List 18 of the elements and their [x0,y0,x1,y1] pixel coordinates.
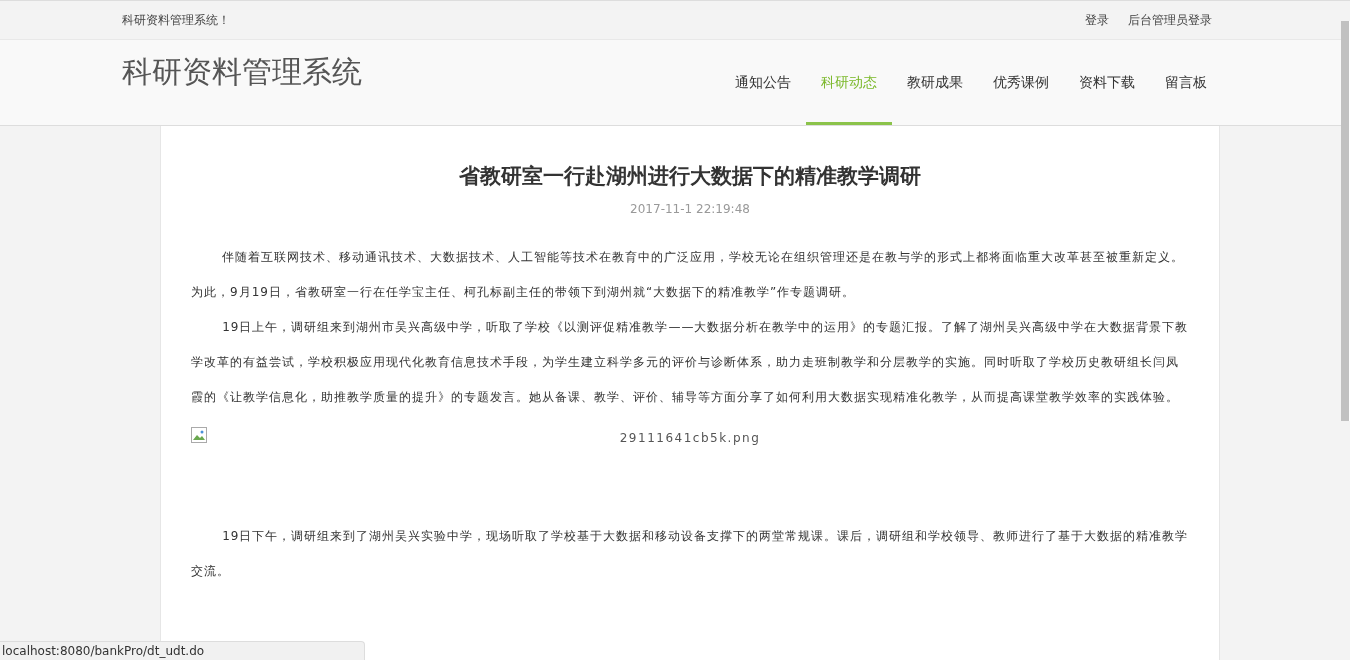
nav-tab[interactable]: 通知公告 [720,40,806,125]
top-link[interactable]: 登录 [1085,11,1109,29]
article-paragraph: 19日上午，调研组来到湖州市吴兴高级中学，听取了学校《以测评促精准教学——大数据分析在教学中的运用》的专题汇报。了解了湖州吴兴高级中学在大数据背景下教学改革的有益尝试，学校积极应用现代化教育信息技术手段，为学生建立科学多元的评价与诊断体系，助力走班制教学和分层教学的实施。同时听取了学校历史教研组长闫凤霞的《让教学信息化，助推教学质量的提升》的专题发言。她从备课、教学、评价、辅导等方面分享了如何利用大数据实现精准化教学，从而提高课堂教学效率的实践体验。 [191,319,1189,406]
scrollbar-thumb[interactable] [1341,21,1349,421]
welcome-text: 科研资料管理系统！ [122,11,230,29]
image-alt-text: 29111641cb5k.png [619,430,761,447]
nav-tab[interactable]: 优秀课例 [978,40,1064,125]
article-paragraph: 伴随着互联网技术、移动通讯技术、大数据技术、人工智能等技术在教育中的广泛应用，学校无论在组织管理还是在教与学的形式上都将面临重大改革甚至被重新定义。为此，9月19日，省教研室一行在任学宝主任、柯孔标副主任的带领下到湖州就“大数据下的精准教学”作专题调研。 [191,249,1186,301]
article-title: 省教研室一行赴湖州进行大数据下的精准教学调研 [458,163,922,190]
top-link[interactable]: 后台管理员登录 [1128,11,1212,29]
nav-tab[interactable]: 资料下载 [1064,40,1150,125]
status-url: localhost:8080/bankPro/dt_udt.do [0,641,366,660]
broken-image-icon [191,427,207,443]
nav-tab[interactable]: 教研成果 [892,40,978,125]
nav-tab[interactable]: 留言板 [1150,40,1222,125]
site-logo: 科研资料管理系统 [122,53,362,91]
article-paragraph: 19日下午，调研组来到了湖州吴兴实验中学，现场听取了学校基于大数据和移动设备支撑下的两堂常规课。课后，调研组和学校领导、教师进行了基于大数据的精准教学交流。 [191,528,1189,580]
article-date: 2017-11-1 22:19:48 [629,202,751,216]
